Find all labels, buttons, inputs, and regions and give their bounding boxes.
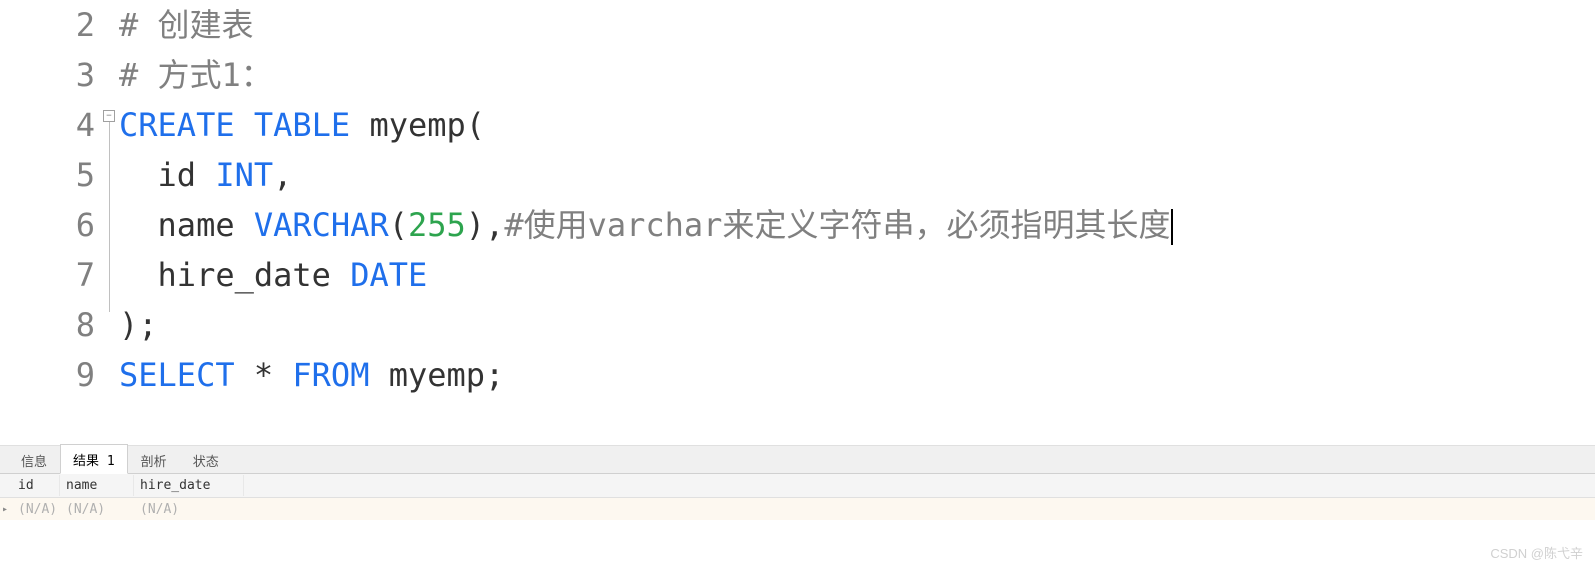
code-token: DATE	[350, 256, 427, 294]
line-number: 3	[0, 50, 95, 100]
code-token: #使用varchar来定义字符串，必须指明其长度	[504, 206, 1170, 244]
code-token: ,	[273, 156, 292, 194]
fold-gutter: −	[105, 0, 119, 445]
code-line[interactable]: SELECT * FROM myemp;	[119, 350, 1595, 400]
code-line[interactable]: name VARCHAR(255),#使用varchar来定义字符串，必须指明其…	[119, 200, 1595, 250]
code-token: FROM	[292, 356, 369, 394]
line-number: 8	[0, 300, 95, 350]
cell-name[interactable]: (N/A)	[60, 500, 134, 519]
row-indicator-icon: ▸	[0, 504, 12, 515]
tab-信息[interactable]: 信息	[8, 445, 60, 474]
code-token: myemp	[350, 106, 466, 144]
code-editor[interactable]: 23456789 − # 创建表 # 方式1： CREATE TABLE myemp…	[0, 0, 1595, 445]
code-line[interactable]: # 创建表	[119, 0, 1595, 50]
tab-剖析[interactable]: 剖析	[128, 445, 180, 474]
code-token: id	[158, 156, 216, 194]
tab-状态[interactable]: 状态	[180, 445, 232, 474]
code-token: # 方式1：	[119, 56, 273, 94]
fold-guide-line	[109, 122, 110, 312]
cell-hire-date[interactable]: (N/A)	[134, 500, 244, 519]
code-token: hire_date	[158, 256, 351, 294]
line-number: 5	[0, 150, 95, 200]
watermark-text: CSDN @陈弋辛	[1490, 543, 1583, 562]
code-token: SELECT	[119, 356, 235, 394]
column-header-name[interactable]: name	[60, 475, 134, 496]
line-number: 4	[0, 100, 95, 150]
results-header-row: id name hire_date	[0, 474, 1595, 498]
line-number-gutter: 23456789	[0, 0, 105, 445]
code-token: ;	[485, 356, 504, 394]
text-cursor	[1171, 209, 1173, 245]
code-token: name	[158, 206, 254, 244]
code-token	[119, 206, 158, 244]
code-token: VARCHAR	[254, 206, 389, 244]
column-header-id[interactable]: id	[12, 475, 60, 496]
code-line[interactable]: CREATE TABLE myemp(	[119, 100, 1595, 150]
fold-toggle-icon[interactable]: −	[103, 110, 115, 122]
code-token: myemp	[369, 356, 485, 394]
code-token: *	[235, 356, 293, 394]
code-token: );	[119, 306, 158, 344]
code-token: (	[389, 206, 408, 244]
code-text-area[interactable]: # 创建表# 方式1：CREATE TABLE myemp( id INT, n…	[119, 0, 1595, 445]
code-line[interactable]: );	[119, 300, 1595, 350]
output-tabs: 信息结果 1剖析状态	[0, 446, 1595, 474]
code-token: ),	[466, 206, 505, 244]
table-row[interactable]: ▸ (N/A) (N/A) (N/A)	[0, 498, 1595, 520]
line-number: 6	[0, 200, 95, 250]
line-number: 7	[0, 250, 95, 300]
code-token	[235, 106, 254, 144]
code-line[interactable]: # 方式1：	[119, 50, 1595, 100]
results-grid[interactable]: id name hire_date ▸ (N/A) (N/A) (N/A)	[0, 474, 1595, 520]
code-token: # 创建表	[119, 6, 254, 44]
cell-id[interactable]: (N/A)	[12, 500, 60, 519]
column-header-hire-date[interactable]: hire_date	[134, 475, 244, 496]
line-number: 9	[0, 350, 95, 400]
code-token: (	[466, 106, 485, 144]
line-number: 2	[0, 0, 95, 50]
code-token	[119, 156, 158, 194]
code-token	[119, 256, 158, 294]
code-token: 255	[408, 206, 466, 244]
code-line[interactable]: id INT,	[119, 150, 1595, 200]
code-token: CREATE	[119, 106, 235, 144]
code-token: TABLE	[254, 106, 350, 144]
code-token: INT	[215, 156, 273, 194]
tab-结果 1[interactable]: 结果 1	[60, 444, 128, 474]
output-panel: 信息结果 1剖析状态 id name hire_date ▸ (N/A) (N/…	[0, 445, 1595, 520]
code-line[interactable]: hire_date DATE	[119, 250, 1595, 300]
